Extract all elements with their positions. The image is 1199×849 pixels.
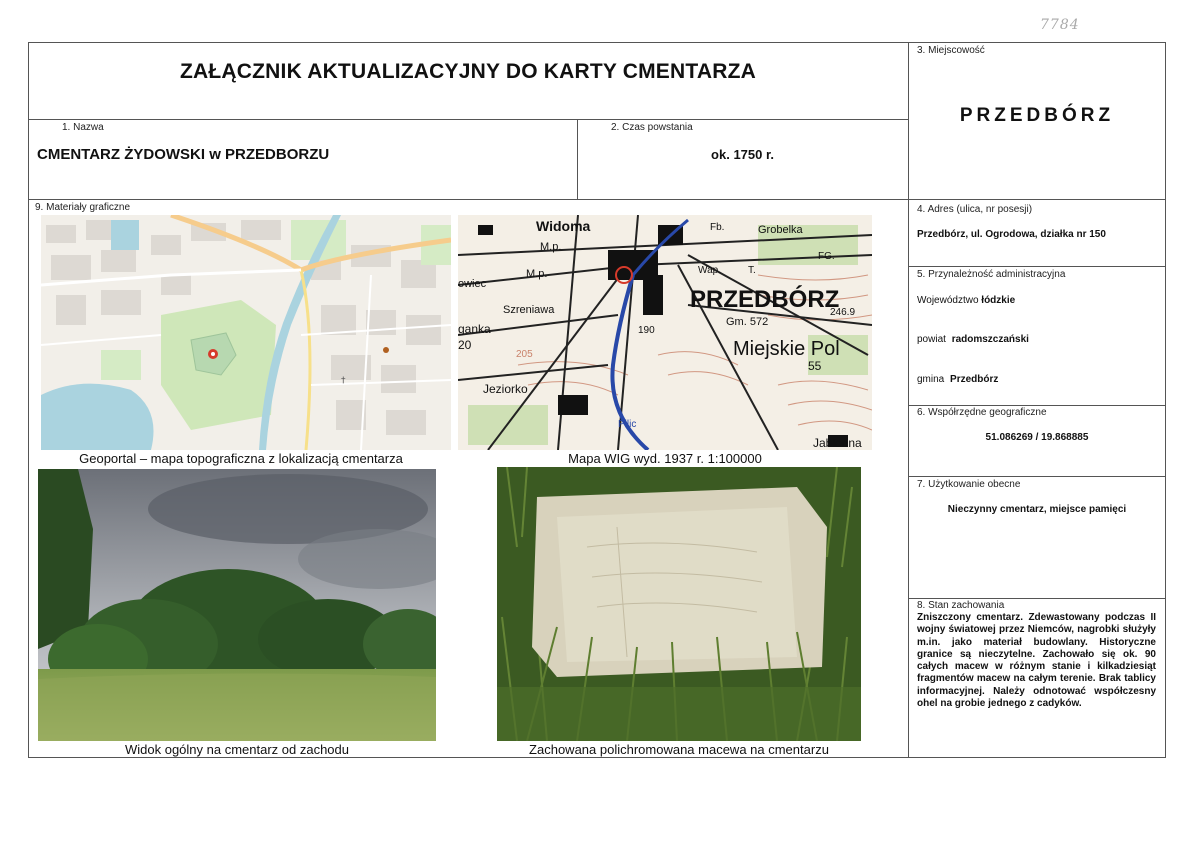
address-label: 4. Adres (ulica, nr posesji): [917, 204, 1033, 215]
wig-town-label: PRZEDBÓRZ: [690, 285, 839, 313]
condition-label: 8. Stan zachowania: [917, 600, 1005, 611]
wig-ganka-label: ganka: [458, 322, 491, 336]
county-prefix: powiat: [917, 334, 946, 345]
svg-text:†: †: [341, 376, 346, 386]
title-divider: [28, 119, 908, 120]
coords-label: 6. Współrzędne geograficzne: [917, 407, 1047, 418]
wig-2469-label: 246.9: [830, 307, 855, 318]
coords-value: 51.086269 / 19.868885: [985, 432, 1089, 443]
wig-map-image: PRZEDBÓRZ Widoma Grobelka Miejskie Pol J…: [458, 215, 872, 450]
address-value: Przedbórz, ul. Ogrodowa, działka nr 150: [917, 229, 1106, 240]
view-caption: Widok ogólny na cmentarz od zachodu: [124, 742, 349, 757]
wig-gm-label: Gm. 572: [726, 316, 768, 328]
county-row: powiat radomszczański: [917, 334, 1029, 345]
voivodeship-prefix: Województwo: [917, 295, 979, 306]
wig-sreniawa-label: Szreniawa: [503, 304, 555, 316]
wig-caption: Mapa WIG wyd. 1937 r. 1:100000: [568, 451, 762, 466]
commune-value: Przedbórz: [950, 374, 999, 385]
address-divider: [908, 266, 1166, 267]
coords-divider: [908, 476, 1166, 477]
locality-value: PRZEDBÓRZ: [959, 105, 1115, 126]
wig-owiec-label: owiec: [458, 278, 487, 290]
geoportal-map-image: †: [41, 215, 451, 450]
wig-55-label: 55: [808, 359, 822, 373]
condition-value: Zniszczony cmentarz. Zdewastowany podcza…: [917, 612, 1156, 710]
wig-grobelka-label: Grobelka: [758, 224, 804, 236]
voivodeship-value: łódzkie: [981, 295, 1016, 306]
archive-number: 7784: [1040, 17, 1080, 33]
wig-jablonna-label: Jabłonna: [813, 436, 862, 450]
right-column-divider: [908, 42, 909, 758]
wig-mp1-label: M.p.: [540, 241, 561, 253]
wig-20-label: 20: [458, 338, 472, 352]
wig-mp2-label: M.p.: [526, 268, 547, 280]
admin-divider: [908, 405, 1166, 406]
wig-miejskie-label: Miejskie Pol: [733, 338, 840, 360]
commune-prefix: gmina: [917, 374, 945, 385]
wig-fg-label: FG.: [818, 251, 835, 262]
wig-widoma-label: Widoma: [536, 218, 591, 234]
founding-value: ok. 1750 r.: [711, 147, 774, 162]
cemetery-view-photo: [38, 469, 436, 741]
graphics-label: 9. Materiały graficzne: [35, 202, 131, 213]
usage-divider: [908, 598, 1166, 599]
voivodeship-row: Województwo łódzkie: [917, 295, 1015, 306]
page-title: ZAŁĄCZNIK AKTUALIZACYJNY DO KARTY CMENTA…: [180, 60, 756, 83]
name-value: CMENTARZ ŻYDOWSKI w PRZEDBORZU: [37, 146, 330, 163]
matzevah-photo: [497, 467, 861, 741]
usage-value: Nieczynny cmentarz, miejsce pamięci: [947, 504, 1127, 515]
wig-t-label: T.: [748, 265, 756, 276]
wig-wap-label: Wap.: [698, 265, 721, 276]
usage-label: 7. Użytkowanie obecne: [917, 479, 1021, 490]
wig-205-label: 205: [516, 349, 533, 360]
wig-190-label: 190: [638, 325, 655, 336]
founding-label: 2. Czas powstania: [611, 122, 693, 133]
admin-label: 5. Przynależność administracyjna: [917, 269, 1066, 280]
header-divider: [28, 199, 1166, 200]
county-value: radomszczański: [951, 334, 1029, 345]
commune-row: gmina Przedbórz: [917, 374, 998, 385]
wig-fb-label: Fb.: [710, 222, 724, 233]
wig-jeziorko-label: Jeziorko: [483, 382, 528, 396]
name-label: 1. Nazwa: [62, 122, 104, 133]
geoportal-caption: Geoportal – mapa topograficzna z lokaliz…: [79, 451, 403, 466]
matzevah-caption: Zachowana polichromowana macewa na cment…: [529, 742, 829, 757]
wig-pilic-label: Pilic: [618, 419, 636, 430]
locality-label: 3. Miejscowość: [917, 45, 985, 56]
